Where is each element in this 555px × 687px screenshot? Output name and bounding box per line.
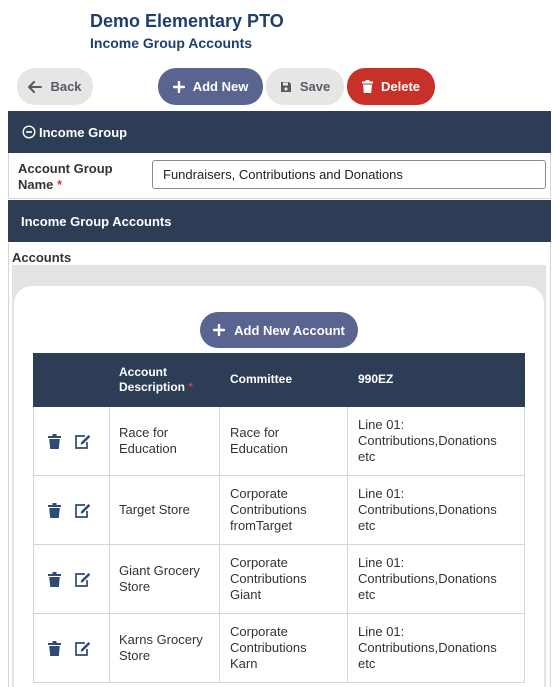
cell-account-description: Target Store: [110, 476, 220, 544]
table-row: Giant Grocery Store Corporate Contributi…: [33, 545, 525, 614]
committee-text: Race for Education: [230, 425, 288, 456]
account-group-name-row: Account Group Name *: [8, 153, 551, 199]
income-group-accounts-title: Income Group Accounts: [21, 213, 172, 229]
cell-account-description: Karns Grocery Store: [110, 614, 220, 682]
cell-account-description: Race for Education: [110, 407, 220, 475]
account-description-text: Karns Grocery Store: [119, 632, 203, 663]
save-button[interactable]: Save: [266, 68, 344, 105]
account-group-name-input[interactable]: [152, 160, 546, 189]
account-group-name-label: Account Group Name *: [18, 161, 138, 193]
column-header-committee[interactable]: Committee: [230, 372, 292, 387]
toolbar: Back Add New Save Delete: [0, 68, 555, 106]
back-button[interactable]: Back: [17, 68, 93, 105]
income-group-title: Income Group: [39, 124, 128, 140]
income-group-accounts-header: Income Group Accounts: [8, 200, 551, 242]
cell-990ez: Line 01: Contributions,Donations etc: [348, 545, 524, 613]
required-marker: *: [188, 380, 194, 394]
back-label: Back: [50, 79, 82, 94]
row-actions: [34, 476, 110, 544]
row-actions: [34, 545, 110, 613]
edit-icon[interactable]: [74, 434, 91, 449]
account-description-text: Race for Education: [119, 425, 177, 456]
page-header: Demo Elementary PTO Income Group Account…: [90, 10, 284, 52]
minus-circle-icon[interactable]: [22, 125, 36, 139]
table-row: Karns Grocery Store Corporate Contributi…: [33, 614, 525, 683]
cell-990ez: Line 01: Contributions,Donations etc: [348, 614, 524, 682]
plus-icon: [172, 80, 185, 93]
save-label: Save: [299, 79, 331, 94]
accounts-label: Accounts: [12, 250, 72, 265]
income-group-header[interactable]: Income Group: [8, 111, 551, 153]
floppy-disk-icon: [280, 81, 291, 92]
trash-icon[interactable]: [48, 502, 61, 518]
edit-icon[interactable]: [74, 503, 91, 518]
accounts-table: Account Description * Committee 990EZ Ra…: [33, 353, 525, 683]
990ez-text: Line 01: Contributions,Donations etc: [358, 486, 497, 533]
trash-icon[interactable]: [48, 571, 61, 587]
committee-text: Corporate Contributions fromTarget: [230, 486, 307, 533]
row-actions: [34, 407, 110, 475]
table-row: Target Store Corporate Contributions fro…: [33, 476, 525, 545]
plus-icon: [213, 324, 226, 336]
delete-button[interactable]: Delete: [347, 68, 435, 105]
table-row: Race for Education Race for Education Li…: [33, 407, 525, 476]
990ez-text: Line 01: Contributions,Donations etc: [358, 555, 497, 602]
arrow-left-icon: [28, 80, 43, 93]
committee-text: Corporate Contributions Giant: [230, 555, 307, 602]
delete-label: Delete: [380, 79, 421, 94]
org-name: Demo Elementary PTO: [90, 11, 284, 31]
cell-990ez: Line 01: Contributions,Donations etc: [348, 407, 524, 475]
row-actions: [34, 614, 110, 682]
edit-icon[interactable]: [74, 641, 91, 656]
add-new-account-label: Add New Account: [234, 322, 345, 338]
column-header-990ez[interactable]: 990EZ: [358, 372, 393, 387]
cell-committee: Race for Education: [220, 407, 348, 475]
trash-icon: [361, 80, 373, 93]
cell-committee: Corporate Contributions fromTarget: [220, 476, 348, 544]
account-description-text: Giant Grocery Store: [119, 563, 200, 594]
trash-icon[interactable]: [48, 640, 61, 656]
add-new-account-button[interactable]: Add New Account: [200, 312, 358, 348]
page-title: Income Group Accounts: [90, 35, 253, 51]
table-header: Account Description * Committee 990EZ: [33, 353, 525, 407]
cell-account-description: Giant Grocery Store: [110, 545, 220, 613]
column-header-account-description[interactable]: Account Description *: [119, 365, 219, 395]
cell-committee: Corporate Contributions Karn: [220, 614, 348, 682]
990ez-text: Line 01: Contributions,Donations etc: [358, 417, 497, 464]
cell-committee: Corporate Contributions Giant: [220, 545, 348, 613]
required-marker: *: [57, 177, 63, 192]
committee-text: Corporate Contributions Karn: [230, 624, 307, 671]
add-new-label: Add New: [192, 79, 249, 94]
990ez-text: Line 01: Contributions,Donations etc: [358, 624, 497, 671]
cell-990ez: Line 01: Contributions,Donations etc: [348, 476, 524, 544]
column-header-account-description-text: Account Description: [119, 365, 186, 394]
edit-icon[interactable]: [74, 572, 91, 587]
trash-icon[interactable]: [48, 433, 61, 449]
account-group-name-label-text: Account Group Name: [18, 161, 113, 192]
account-description-text: Target Store: [119, 502, 190, 517]
add-new-button[interactable]: Add New: [158, 68, 263, 105]
